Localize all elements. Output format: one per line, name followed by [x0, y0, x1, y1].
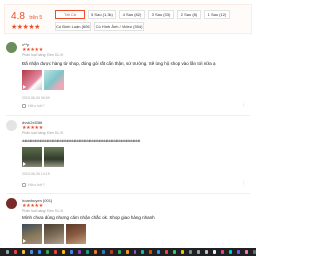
taskbar [0, 248, 256, 256]
app-icon[interactable] [141, 250, 145, 254]
app-icon[interactable] [53, 250, 57, 254]
avatar [6, 120, 17, 131]
like-button[interactable]: Hữu ích? [22, 182, 44, 187]
review-image-thumbnail[interactable] [44, 147, 64, 167]
app-icon[interactable] [109, 250, 113, 254]
app-icon[interactable] [157, 250, 161, 254]
review-media [22, 147, 66, 167]
review-text: Mình chưa dùng nhưng cảm nhận chắc ok. S… [22, 215, 155, 220]
app-icon[interactable] [253, 250, 256, 254]
review-divider [6, 193, 250, 194]
app-icon[interactable] [165, 250, 169, 254]
app-icon[interactable] [229, 250, 233, 254]
review-variation: Phân loại hàng: Đen S1-Xl [22, 209, 64, 213]
app-icon[interactable] [213, 250, 217, 254]
review-media [22, 70, 66, 90]
app-icon[interactable] [197, 250, 201, 254]
like-label: Hữu ích? [28, 182, 45, 187]
app-icon[interactable] [173, 250, 177, 254]
review-image-thumbnail[interactable] [44, 224, 64, 244]
app-icon[interactable] [189, 250, 193, 254]
play-icon [23, 85, 26, 89]
review-image-thumbnail[interactable] [66, 224, 86, 244]
app-icon[interactable] [221, 250, 225, 254]
filter-with-comment[interactable]: Có Bình Luận (606) [55, 22, 91, 31]
review-variation: Phân loại hàng: Đen S1-Xl [22, 131, 64, 135]
app-icon[interactable] [181, 250, 185, 254]
folder-icon[interactable] [21, 250, 25, 254]
review-timestamp: 2023-06-06 14:15 [22, 172, 50, 176]
app-icon[interactable] [77, 250, 81, 254]
more-options-icon[interactable]: ⋮ [241, 182, 246, 187]
review-divider [6, 115, 250, 116]
filter-5-star[interactable]: 5 Sao (1,3k) [88, 10, 116, 19]
filter-1-star[interactable]: 1 Sao (12) [204, 10, 230, 19]
more-options-icon[interactable]: ⋮ [241, 103, 246, 108]
thumbs-up-icon [22, 182, 26, 187]
mail-icon[interactable] [37, 250, 41, 254]
filter-3-star[interactable]: 3 Sao (33) [148, 10, 174, 19]
avatar [6, 198, 17, 209]
average-rating: 4.8 trên 5 [11, 9, 42, 24]
review-text: dddddddddddddddddddddddddddddddddddddddd… [22, 139, 141, 143]
filter-with-media[interactable]: Có Hình Ảnh / Video (354) [94, 22, 144, 31]
app-icon[interactable] [149, 250, 153, 254]
review-variation: Phân loại hàng: Đen S1-Xl [22, 53, 64, 57]
like-label: Hữu ích? [28, 103, 45, 108]
review-media [22, 224, 88, 244]
app-icon[interactable] [205, 250, 209, 254]
average-stars: ★★★★★ [11, 24, 40, 31]
chrome-icon[interactable] [13, 250, 17, 254]
search-icon[interactable] [6, 250, 9, 254]
app-icon[interactable] [93, 250, 97, 254]
app-icon[interactable] [125, 250, 129, 254]
review-video-thumbnail[interactable] [22, 224, 42, 244]
review-video-thumbnail[interactable] [22, 147, 42, 167]
app-icon[interactable] [61, 250, 65, 254]
filter-2-star[interactable]: 2 Sao (8) [177, 10, 201, 19]
avatar [6, 42, 17, 53]
average-score: 4.8 [11, 11, 25, 22]
app-icon[interactable] [101, 250, 105, 254]
app-icon[interactable] [69, 250, 73, 254]
rating-summary: 4.8 trên 5 ★★★★★ Tất Cả 5 Sao (1,3k) 4 S… [4, 4, 252, 34]
filter-4-star[interactable]: 4 Sao (82) [119, 10, 145, 19]
review-item: dvvk2x536t ★★★★★ Phân loại hàng: Đen S1-… [6, 120, 250, 190]
thumbs-up-icon [22, 103, 26, 108]
average-out-of: trên 5 [29, 15, 43, 21]
review-text: Đã nhận được hàng từ shop, đóng gói rất … [22, 61, 216, 66]
app-icon[interactable] [237, 250, 241, 254]
review-video-thumbnail[interactable] [22, 70, 42, 90]
review-item: v**p ★★★★★ Phân loại hàng: Đen S1-Xl Đã … [6, 42, 250, 112]
app-icon[interactable] [117, 250, 121, 254]
review-item: hoanhuyen (001) ★★★★★ Phân loại hàng: Đe… [6, 198, 250, 248]
app-icon[interactable] [245, 250, 249, 254]
play-icon [23, 239, 26, 243]
app-icon[interactable] [45, 250, 49, 254]
filter-all[interactable]: Tất Cả [55, 10, 85, 19]
play-icon [23, 162, 26, 166]
store-icon[interactable] [29, 250, 33, 254]
app-icon[interactable] [85, 250, 89, 254]
review-timestamp: 2023-06-06 06:59 [22, 96, 50, 100]
review-image-thumbnail[interactable] [44, 70, 64, 90]
app-icon[interactable] [133, 250, 137, 254]
like-button[interactable]: Hữu ích? [22, 103, 44, 108]
